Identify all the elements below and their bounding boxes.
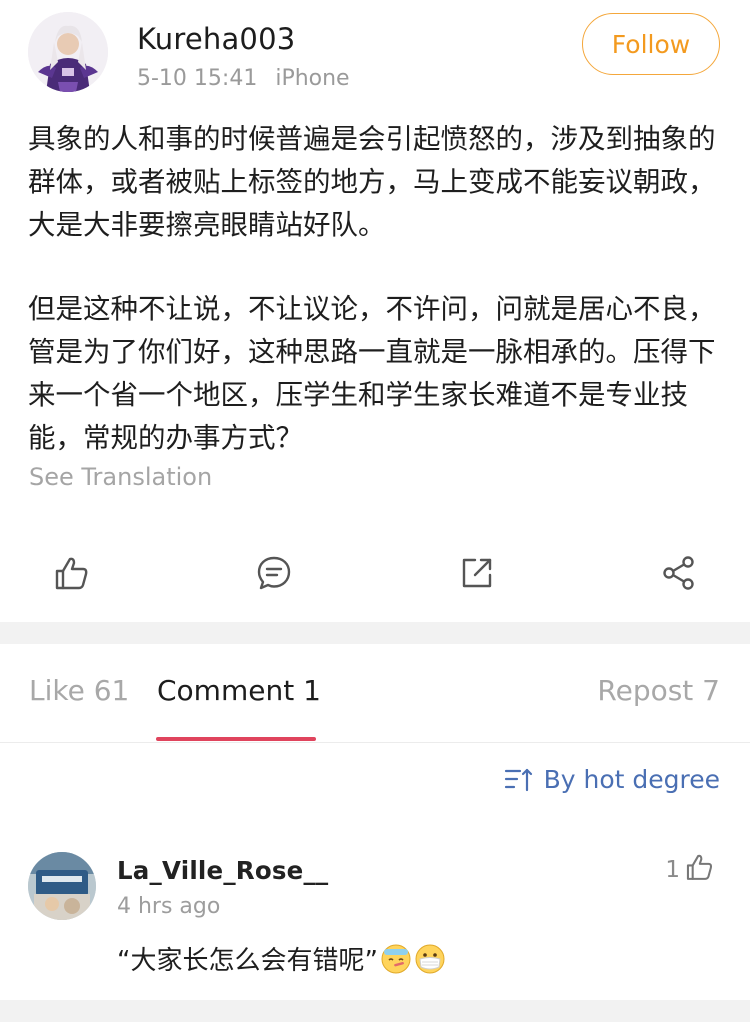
author-avatar-image [28, 12, 108, 92]
see-translation-link[interactable]: See Translation [29, 463, 212, 491]
tab-comment[interactable]: Comment 1 [157, 674, 321, 707]
comment-like-count: 1 [665, 857, 680, 883]
sick-face-emoji-icon [380, 943, 412, 975]
thumbs-up-icon[interactable] [48, 550, 94, 596]
comment-text-content: “大家长怎么会有错呢” [117, 946, 378, 976]
comment-icon[interactable] [251, 550, 297, 596]
repost-icon[interactable] [454, 550, 500, 596]
comment-text: “大家长怎么会有错呢” [117, 940, 446, 977]
bottom-divider [0, 1000, 750, 1022]
author-avatar[interactable] [28, 12, 108, 92]
sort-icon [504, 767, 534, 793]
post-paragraph: 具象的人和事的时候普遍是会引起愤怒的，涉及到抽象的群体，或者被贴上标签的地方，马… [28, 123, 716, 241]
comment-item: La_Ville_Rose__ 4 hrs ago 1 “大家长怎么会有错呢” [0, 840, 750, 1000]
commenter-avatar-image [28, 852, 96, 920]
sort-label: By hot degree [543, 765, 720, 794]
section-divider [0, 622, 750, 644]
post-time: 5-10 15:41 [137, 66, 258, 91]
post-action-bar [0, 540, 750, 604]
author-username[interactable]: Kureha003 [137, 22, 295, 56]
post-paragraph: 但是这种不让说，不让议论，不许问，问就是居心不良，管是为了你们好，这种思路一直就… [28, 293, 716, 454]
comment-time: 4 hrs ago [117, 894, 221, 919]
tab-repost[interactable]: Repost 7 [597, 674, 720, 707]
active-tab-indicator [156, 737, 316, 741]
post-meta: 5-10 15:41 iPhone [137, 66, 350, 91]
tab-like[interactable]: Like 61 [29, 674, 129, 707]
share-icon[interactable] [656, 550, 702, 596]
thumbs-up-icon [684, 852, 714, 888]
post-device: iPhone [275, 66, 350, 91]
commenter-username[interactable]: La_Ville_Rose__ [117, 856, 328, 885]
sort-selector[interactable]: By hot degree [504, 765, 720, 794]
commenter-avatar[interactable] [28, 852, 96, 920]
post-header: Kureha003 5-10 15:41 iPhone Follow [0, 0, 750, 110]
post-body: 具象的人和事的时候普遍是会引起愤怒的，涉及到抽象的群体，或者被贴上标签的地方，马… [28, 118, 728, 460]
mask-face-emoji-icon [414, 943, 446, 975]
post-tabs: Like 61 Comment 1 Repost 7 [0, 644, 750, 743]
comment-like-button[interactable]: 1 [665, 852, 714, 888]
follow-button[interactable]: Follow [582, 13, 720, 75]
